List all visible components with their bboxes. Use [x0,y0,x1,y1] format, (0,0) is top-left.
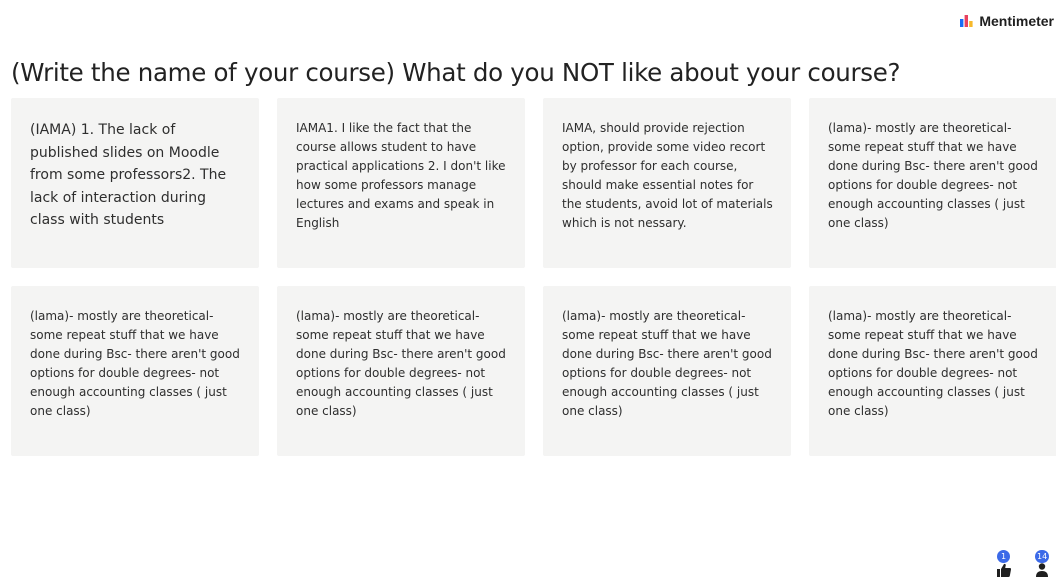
response-card: (lama)- mostly are theoretical- some rep… [11,286,259,456]
mentimeter-bars-icon [960,15,973,27]
response-card: (lama)- mostly are theoretical- some rep… [809,286,1056,456]
audience-indicators: 1 14 [996,546,1056,586]
response-text: (lama)- mostly are theoretical- some rep… [30,309,240,418]
person-icon [1036,563,1048,577]
response-card: IAMA1. I like the fact that the course a… [277,98,525,268]
brand-name: Mentimeter [979,13,1054,29]
participants-count-badge: 14 [1035,550,1050,563]
question-title: (Write the name of your course) What do … [11,58,901,87]
reactions-indicator[interactable]: 1 [996,550,1014,580]
response-card: (IAMA) 1. The lack of published slides o… [11,98,259,268]
response-card: (lama)- mostly are theoretical- some rep… [809,98,1056,268]
response-text: (IAMA) 1. The lack of published slides o… [30,122,227,228]
responses-grid: (IAMA) 1. The lack of published slides o… [11,98,1056,458]
response-card: (lama)- mostly are theoretical- some rep… [277,286,525,456]
response-card: (lama)- mostly are theoretical- some rep… [543,286,791,456]
response-card: IAMA, should provide rejection option, p… [543,98,791,268]
response-text: (lama)- mostly are theoretical- some rep… [562,309,772,418]
participants-indicator[interactable]: 14 [1034,550,1052,580]
response-text: (lama)- mostly are theoretical- some rep… [828,309,1038,418]
response-text: IAMA1. I like the fact that the course a… [296,121,506,230]
presentation-slide: Mentimeter (Write the name of your cours… [0,0,1056,586]
brand-logo: Mentimeter [960,13,1054,29]
response-text: (lama)- mostly are theoretical- some rep… [828,121,1038,230]
thumbs-up-icon [997,563,1012,577]
response-text: IAMA, should provide rejection option, p… [562,121,773,230]
reactions-count-badge: 1 [997,550,1010,563]
response-text: (lama)- mostly are theoretical- some rep… [296,309,506,418]
